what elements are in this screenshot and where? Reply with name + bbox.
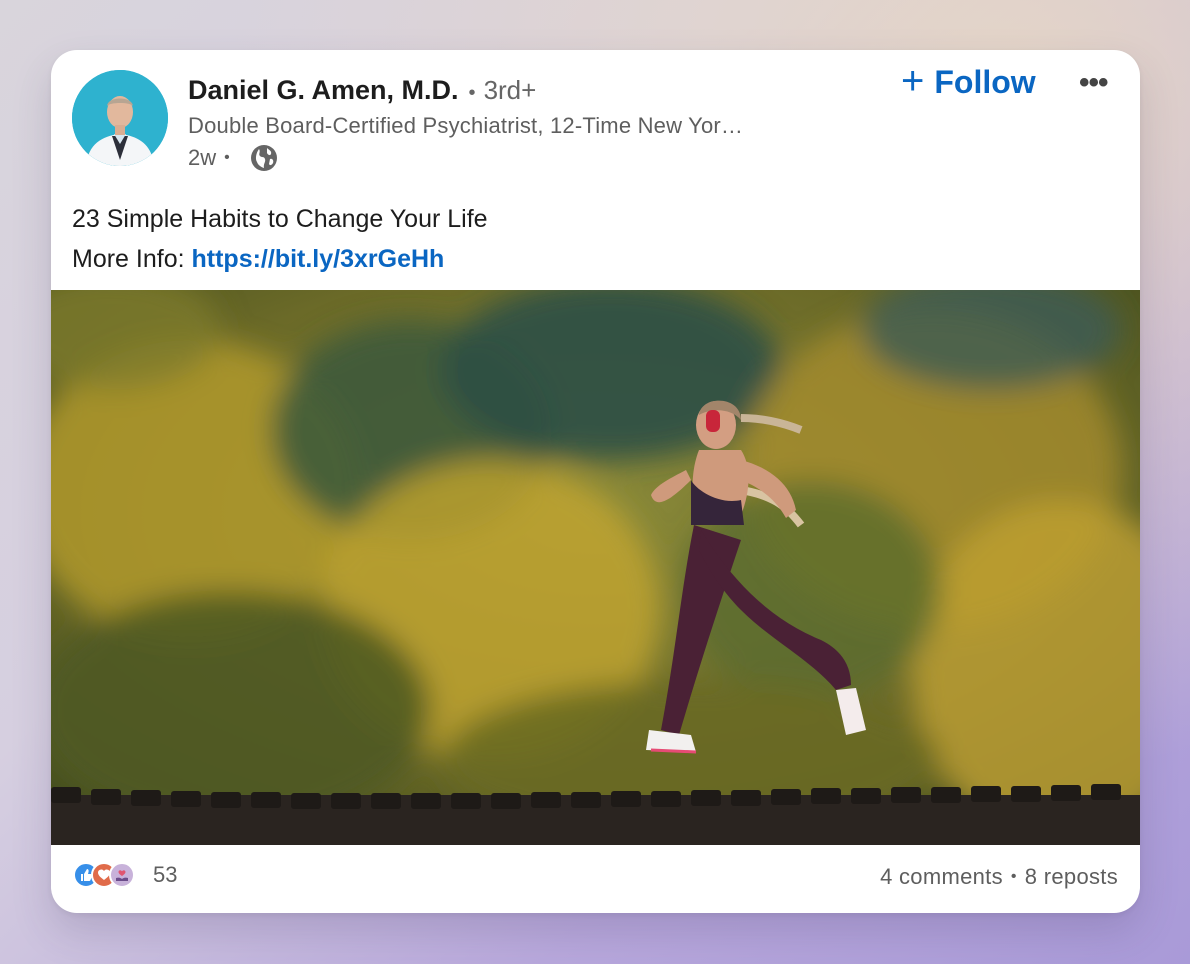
follow-label: Follow xyxy=(934,64,1036,100)
author-name[interactable]: Daniel G. Amen, M.D. • 3rd+ xyxy=(188,75,536,106)
more-info-label: More Info: xyxy=(72,245,192,273)
stats-separator: • xyxy=(1010,868,1017,885)
plus-icon: + xyxy=(901,58,925,103)
reactions-summary[interactable]: 53 xyxy=(73,862,177,888)
reaction-icons xyxy=(73,862,135,888)
post-meta: 2w • xyxy=(188,144,278,172)
more-options-icon[interactable]: ••• xyxy=(1079,66,1108,100)
post-time: 2w xyxy=(188,145,217,170)
post-title-line: 23 Simple Habits to Change Your Life xyxy=(72,205,488,233)
post-link-line: More Info: https://bit.ly/3xrGeHh xyxy=(72,239,488,279)
post-text: 23 Simple Habits to Change Your Life Mor… xyxy=(72,199,488,279)
author-avatar[interactable] xyxy=(72,70,168,166)
author-name-text[interactable]: Daniel G. Amen, M.D. xyxy=(188,75,459,106)
author-headline: Double Board-Certified Psychiatrist, 12-… xyxy=(188,113,744,138)
post-image[interactable] xyxy=(51,290,1140,845)
comments-link[interactable]: 4 comments xyxy=(880,864,1003,890)
time-separator: • xyxy=(224,149,230,166)
reaction-count: 53 xyxy=(153,862,178,887)
follow-button[interactable]: + Follow xyxy=(901,58,1036,103)
connection-degree: • 3rd+ xyxy=(469,75,537,106)
engagement-stats: 4 comments • 8 reposts xyxy=(880,864,1118,890)
degree-text: 3rd+ xyxy=(483,75,537,105)
post-link[interactable]: https://bit.ly/3xrGeHh xyxy=(192,245,445,273)
support-icon xyxy=(109,862,135,888)
post-card: Daniel G. Amen, M.D. • 3rd+ Double Board-… xyxy=(51,50,1140,913)
reposts-link[interactable]: 8 reposts xyxy=(1025,864,1118,890)
degree-separator: • xyxy=(468,82,476,104)
globe-icon xyxy=(250,144,278,172)
